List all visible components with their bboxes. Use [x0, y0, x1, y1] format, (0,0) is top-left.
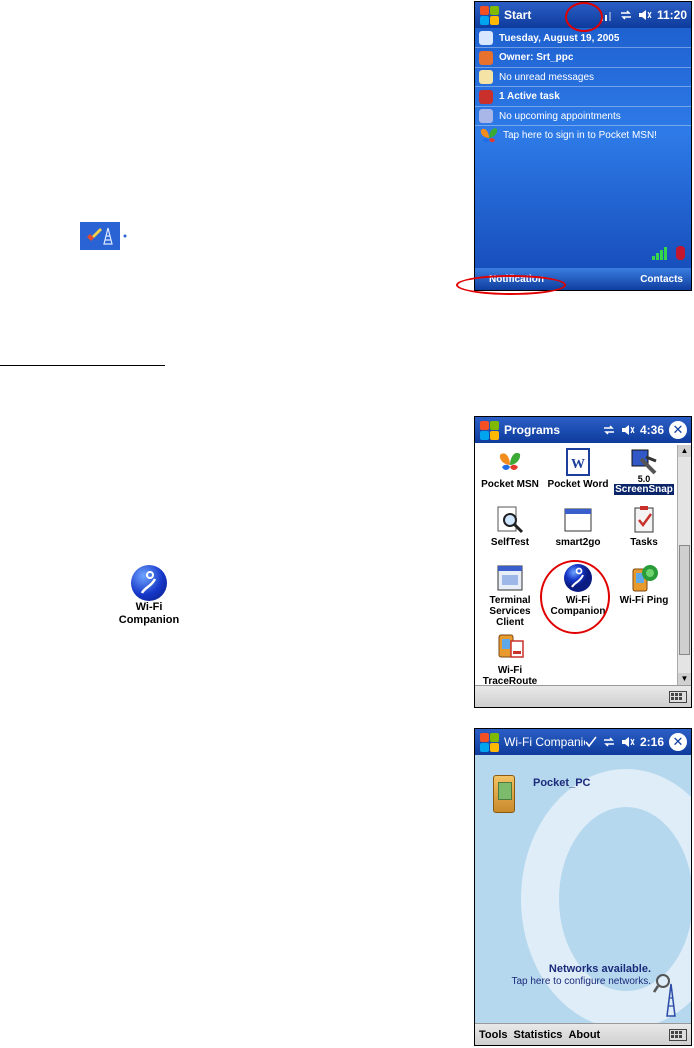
calendar-clock-icon — [479, 31, 493, 45]
wifi-status-icon[interactable] — [585, 736, 597, 748]
owner-person-icon — [479, 50, 493, 65]
program-label: Wi-Fi TraceRoute — [482, 665, 538, 687]
windows-start-icon[interactable] — [478, 4, 500, 26]
close-icon[interactable]: ✕ — [669, 421, 687, 439]
volume-icon[interactable] — [621, 424, 635, 436]
svg-text:W: W — [571, 457, 585, 472]
program-label: ScreenSnap — [614, 484, 674, 495]
scroll-thumb[interactable] — [679, 545, 690, 655]
program-item[interactable]: Tasks — [611, 505, 677, 548]
screensnap-icon — [629, 447, 659, 477]
programs-scrollbar[interactable]: ▲ ▼ — [677, 445, 691, 685]
section-divider-line — [0, 365, 165, 366]
msn-butterfly-icon — [495, 447, 525, 477]
msn-sign-in-text: Tap here to sign in to Pocket MSN! — [503, 129, 657, 141]
program-label: Pocket MSN — [481, 479, 539, 490]
program-item[interactable]: W Pocket Word — [545, 447, 611, 490]
selftest-magnifier-icon — [495, 505, 525, 535]
contacts-softkey[interactable]: Contacts — [640, 274, 683, 285]
networks-available-text[interactable]: Networks available. — [475, 963, 651, 975]
pocket-msn-row[interactable]: Tap here to sign in to Pocket MSN! — [475, 124, 691, 146]
programs-menubar — [475, 685, 691, 707]
connectivity-icon[interactable] — [602, 736, 616, 748]
signal-bars-icon — [652, 247, 667, 260]
program-item[interactable]: Wi-Fi Ping — [611, 563, 677, 606]
connectivity-icon[interactable] — [619, 9, 633, 21]
today-row-label: No upcoming appointments — [499, 110, 621, 122]
volume-muted-icon[interactable] — [638, 9, 652, 21]
clock-time[interactable]: 4:36 — [640, 423, 664, 437]
calendar-icon — [479, 109, 493, 123]
configure-networks-link[interactable]: Tap here to configure networks. — [475, 976, 651, 987]
wifi-titlebar: Wi-Fi Companion 2:16 ✕ — [475, 729, 691, 755]
program-label: Tasks — [630, 537, 658, 548]
clock-time[interactable]: 2:16 — [640, 735, 664, 749]
program-item[interactable]: Terminal Services Client — [477, 563, 543, 628]
today-row-label: Tuesday, August 19, 2005 — [499, 32, 620, 44]
programs-title: Programs — [504, 423, 561, 437]
wifi-traceroute-icon — [495, 633, 525, 663]
scroll-down-arrow[interactable]: ▼ — [678, 673, 691, 685]
wifi-ping-icon — [629, 563, 659, 593]
keyboard-icon[interactable] — [669, 1028, 687, 1041]
program-item[interactable]: smart2go — [545, 505, 611, 548]
program-item[interactable]: 5.0 ScreenSnap — [611, 447, 677, 495]
scroll-up-arrow[interactable]: ▲ — [678, 445, 691, 457]
program-label: Terminal Services Client — [489, 595, 531, 628]
wifi-companion-large-icon: Wi-Fi Companion — [104, 565, 194, 630]
windows-start-icon[interactable] — [478, 419, 500, 441]
clock-time[interactable]: 11:20 — [657, 8, 687, 22]
today-row-label: Owner: Srt_ppc — [499, 52, 574, 63]
task-icon — [479, 89, 493, 104]
today-screen: Start 11:20 Tuesday, August 19, 2005 Owne… — [474, 1, 692, 291]
wifi-title: Wi-Fi Companion — [504, 735, 585, 749]
menu-tools[interactable]: Tools — [479, 1029, 508, 1041]
menu-about[interactable]: About — [568, 1029, 600, 1041]
msn-butterfly-icon — [480, 128, 498, 143]
program-label: SelfTest — [490, 537, 530, 548]
wifi-companion-screen: Wi-Fi Companion 2:16 ✕ Pocket_PC Network… — [474, 728, 692, 1046]
pocket-pc-device-icon[interactable] — [493, 775, 515, 813]
notification-tray-icon — [80, 222, 128, 250]
today-row[interactable]: 1 Active task — [475, 88, 691, 107]
close-icon[interactable]: ✕ — [669, 733, 687, 751]
wifi-tower-icon[interactable] — [653, 972, 681, 1018]
device-name-label[interactable]: Pocket_PC — [533, 777, 590, 789]
signal-highlight-ellipse — [565, 2, 603, 32]
wifi-companion-icon — [131, 565, 167, 601]
bluetooth-icon[interactable] — [676, 246, 685, 260]
volume-icon[interactable] — [621, 736, 635, 748]
wifi-companion-label: Wi-Fi Companion — [118, 601, 180, 626]
mail-icon — [479, 70, 493, 84]
program-label: Pocket Word — [547, 479, 609, 490]
wifi-menubar: Tools Statistics About — [475, 1023, 691, 1045]
programs-titlebar: Programs 4:36 ✕ — [475, 417, 691, 443]
notification-highlight-ellipse — [456, 275, 566, 295]
today-row-label: 1 Active task — [499, 91, 560, 102]
today-row[interactable]: Owner: Srt_ppc — [475, 49, 691, 68]
connectivity-icon[interactable] — [602, 424, 616, 436]
menu-statistics[interactable]: Statistics — [514, 1029, 563, 1041]
keyboard-icon[interactable] — [669, 690, 687, 703]
program-item[interactable]: SelfTest — [477, 505, 543, 548]
tasks-clipboard-icon — [629, 505, 659, 535]
window-icon — [563, 505, 593, 535]
today-row[interactable]: No unread messages — [475, 68, 691, 87]
wifi-companion-highlight-circle — [540, 560, 610, 634]
program-item[interactable]: Wi-Fi TraceRoute — [477, 633, 543, 687]
windows-start-icon[interactable] — [478, 731, 500, 753]
program-label: smart2go — [555, 537, 601, 548]
program-item[interactable]: Pocket MSN — [477, 447, 543, 490]
program-label: Wi-Fi Ping — [619, 595, 669, 606]
word-document-icon: W — [563, 447, 593, 477]
terminal-services-icon — [495, 563, 525, 593]
today-row-label: No unread messages — [499, 71, 595, 83]
